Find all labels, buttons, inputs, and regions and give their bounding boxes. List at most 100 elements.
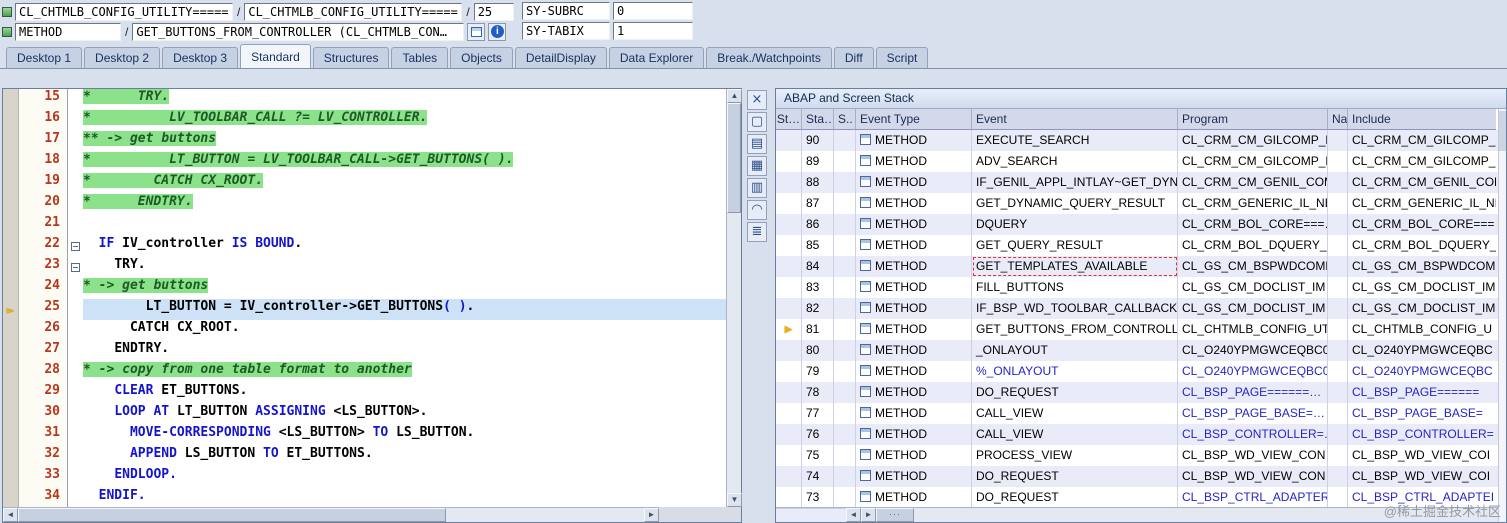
line-number[interactable]: 30 — [19, 404, 67, 425]
info-button[interactable]: i — [488, 22, 507, 41]
tab-script[interactable]: Script — [875, 47, 929, 68]
line-number[interactable]: 18 — [19, 152, 67, 173]
tab-detaildisplay[interactable]: DetailDisplay — [514, 47, 607, 68]
scrollbar-track[interactable] — [446, 508, 644, 522]
stack-column-header[interactable]: Include — [1348, 109, 1496, 130]
layout-rows-icon[interactable]: ▤ — [747, 134, 767, 154]
line-number[interactable]: 21 — [19, 215, 67, 236]
stack-row[interactable]: 80 METHOD _ONLAYOUT CL_O240YPMGWCEQBC0… CL_O… — [776, 340, 1498, 361]
code-text[interactable]: TRY. — [83, 257, 726, 278]
line-number[interactable]: 19 — [19, 173, 67, 194]
scroll-up-button[interactable]: ▲ — [727, 89, 742, 103]
display-source-button[interactable] — [467, 22, 486, 41]
breakpoint-gutter[interactable] — [3, 215, 19, 236]
code-text[interactable]: ENDTRY. — [83, 341, 726, 362]
stack-column-header[interactable]: Sta… — [802, 109, 834, 130]
source-line-field[interactable] — [473, 2, 514, 21]
code-text[interactable]: IF IV_controller IS BOUND. — [83, 236, 726, 257]
scroll-down-button[interactable]: ▼ — [727, 493, 742, 507]
line-number[interactable]: 25 — [19, 299, 67, 320]
breakpoint-gutter[interactable] — [3, 467, 19, 488]
line-number[interactable]: 34 — [19, 488, 67, 507]
fold-collapse-icon[interactable] — [71, 263, 80, 272]
stack-row[interactable]: 88 METHOD IF_GENIL_APPL_INTLAY~GET_DYN… CL_… — [776, 172, 1498, 193]
stack-column-header[interactable]: S.. — [834, 109, 856, 130]
breakpoint-gutter[interactable] — [3, 89, 19, 110]
stack-row[interactable]: 77 METHOD CALL_VIEW CL_BSP_PAGE_BASE=… CL_BS… — [776, 403, 1498, 424]
sy-subrc-label-field[interactable] — [522, 2, 610, 20]
line-number[interactable]: 17 — [19, 131, 67, 152]
breakpoint-gutter[interactable] — [3, 131, 19, 152]
stack-column-header[interactable]: St… — [776, 109, 802, 130]
stack-row[interactable]: 78 METHOD DO_REQUEST CL_BSP_PAGE======… CL_B… — [776, 382, 1498, 403]
tab-desktop-1[interactable]: Desktop 1 — [6, 47, 83, 68]
stack-column-header[interactable]: Event — [972, 109, 1178, 130]
line-number[interactable]: 28 — [19, 362, 67, 383]
stack-row[interactable]: 86 METHOD DQUERY CL_CRM_BOL_CORE===… CL_CRM_… — [776, 214, 1498, 235]
horizontal-scrollbar-thumb[interactable] — [18, 508, 446, 522]
code-text[interactable]: MOVE-CORRESPONDING <LS_BUTTON> TO LS_BUT… — [83, 425, 726, 446]
stack-column-header[interactable]: Na… — [1328, 109, 1348, 130]
stack-vertical-scrollbar[interactable] — [1498, 109, 1506, 522]
code-text[interactable]: * ENDTRY. — [83, 194, 726, 215]
line-number[interactable]: 26 — [19, 320, 67, 341]
stack-row[interactable]: 75 METHOD PROCESS_VIEW CL_BSP_WD_VIEW_CON… C… — [776, 445, 1498, 466]
stack-horizontal-scrollbar-thumb[interactable]: ··· — [876, 508, 914, 522]
breakpoint-gutter[interactable] — [3, 173, 19, 194]
code-text[interactable]: APPEND LS_BUTTON TO ET_BUTTONS. — [83, 446, 726, 467]
stack-scroll-left-button[interactable]: ◄ — [846, 508, 861, 522]
stack-column-header[interactable]: Program — [1178, 109, 1328, 130]
line-number[interactable]: 32 — [19, 446, 67, 467]
main-program-field[interactable] — [15, 2, 233, 21]
stack-row[interactable]: 82 METHOD IF_BSP_WD_TOOLBAR_CALLBACK~… CL_G… — [776, 298, 1498, 319]
code-text[interactable]: ENDIF. — [83, 488, 726, 507]
line-number[interactable]: 16 — [19, 110, 67, 131]
sy-tabix-value-field[interactable] — [613, 22, 693, 40]
stack-row[interactable]: 74 METHOD DO_REQUEST CL_BSP_WD_VIEW_CON… CL_… — [776, 466, 1498, 487]
line-number[interactable]: 24 — [19, 278, 67, 299]
tab-standard[interactable]: Standard — [240, 44, 311, 68]
event-type-field[interactable] — [15, 22, 121, 41]
editor-horizontal-scrollbar[interactable]: ◄ ► — [3, 507, 659, 522]
tab-data-explorer[interactable]: Data Explorer — [608, 47, 705, 68]
code-text[interactable]: ENDLOOP. — [83, 467, 726, 488]
detach-view-icon[interactable]: ▢ — [747, 112, 767, 132]
sy-subrc-value-field[interactable] — [613, 2, 693, 20]
layout-columns-icon[interactable]: ▥ — [747, 178, 767, 198]
editor-vertical-scrollbar[interactable]: ▲ ▼ — [726, 89, 742, 507]
stack-row[interactable]: 83 METHOD FILL_BUTTONS CL_GS_CM_DOCLIST_IM…… — [776, 277, 1498, 298]
line-number[interactable]: 33 — [19, 467, 67, 488]
code-text[interactable]: LT_BUTTON = IV_controller->GET_BUTTONS( … — [83, 299, 726, 320]
stack-row[interactable]: 87 METHOD GET_DYNAMIC_QUERY_RESULT CL_CRM_G… — [776, 193, 1498, 214]
tab-desktop-3[interactable]: Desktop 3 — [162, 47, 239, 68]
tab-tables[interactable]: Tables — [391, 47, 449, 68]
tab-diff[interactable]: Diff — [833, 47, 874, 68]
layout-grid-icon[interactable]: ▦ — [747, 156, 767, 176]
fold-collapse-icon[interactable] — [71, 242, 80, 251]
stack-scroll-right-button[interactable]: ► — [861, 508, 876, 522]
line-number[interactable]: 22 — [19, 236, 67, 257]
line-number[interactable]: 23 — [19, 257, 67, 278]
code-text[interactable]: * TRY. — [83, 89, 726, 110]
code-text[interactable]: CLEAR ET_BUTTONS. — [83, 383, 726, 404]
tab-objects[interactable]: Objects — [450, 47, 513, 68]
tab-break-watchpoints[interactable]: Break./Watchpoints — [706, 47, 832, 68]
breakpoint-gutter[interactable] — [3, 110, 19, 131]
stack-row[interactable]: 79 METHOD %_ONLAYOUT CL_O240YPMGWCEQBC0… CL_… — [776, 361, 1498, 382]
stack-row[interactable]: 85 METHOD GET_QUERY_RESULT CL_CRM_BOL_DQUER… — [776, 235, 1498, 256]
scroll-right-button[interactable]: ► — [644, 508, 659, 522]
tab-structures[interactable]: Structures — [312, 47, 390, 68]
stack-column-header[interactable]: Event Type — [856, 109, 972, 130]
code-text[interactable] — [83, 215, 726, 236]
stack-row[interactable]: 76 METHOD CALL_VIEW CL_BSP_CONTROLLER=… CL_B… — [776, 424, 1498, 445]
stack-row[interactable]: 90 METHOD EXECUTE_SEARCH CL_CRM_CM_GILCOMP_… — [776, 130, 1498, 151]
breakpoint-gutter[interactable] — [3, 194, 19, 215]
breakpoint-gutter[interactable] — [3, 446, 19, 467]
sy-tabix-label-field[interactable] — [522, 22, 610, 40]
stack-row[interactable]: 84 METHOD GET_TEMPLATES_AVAILABLE CL_GS_CM_… — [776, 256, 1498, 277]
code-text[interactable]: ** -> get buttons — [83, 131, 726, 152]
line-number[interactable]: 15 — [19, 89, 67, 110]
stack-row[interactable]: 89 METHODADV_SEARCHCL_CRM_CM_GILCOMP_D… CL… — [776, 151, 1498, 172]
vertical-scrollbar-thumb[interactable] — [727, 103, 741, 213]
breakpoint-gutter[interactable] — [3, 152, 19, 173]
